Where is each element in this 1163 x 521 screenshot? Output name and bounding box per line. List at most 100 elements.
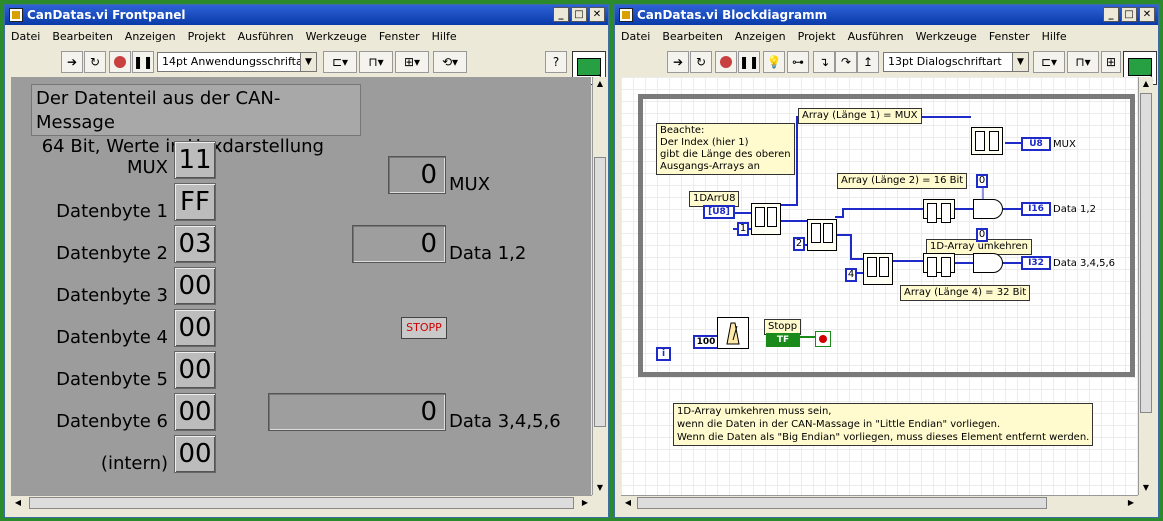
block-toolbar: ➔ ↻ ❚❚ 💡 ⊶ ↴ ↷ ↥ 13pt Dialogschriftart ▼… [615, 49, 1158, 85]
run-continuously-icon[interactable]: ↻ [690, 51, 712, 73]
scroll-down-icon[interactable]: ▼ [593, 481, 607, 495]
abort-icon[interactable] [715, 51, 737, 73]
index-array-node[interactable] [971, 127, 1003, 155]
hex-control-byte-5[interactable]: 00 [174, 351, 216, 389]
typecast-16-node[interactable] [973, 199, 1003, 219]
align-objects-icon[interactable]: ⊏▾ [1033, 51, 1065, 73]
menu-bearbeiten[interactable]: Bearbeiten [656, 27, 728, 43]
reverse-array-32-node[interactable] [923, 253, 955, 277]
scroll-left-icon[interactable]: ◀ [11, 496, 25, 510]
menu-projekt[interactable]: Projekt [182, 27, 232, 43]
pause-icon[interactable]: ❚❚ [132, 51, 154, 73]
run-continuously-icon[interactable]: ↻ [84, 51, 106, 73]
scroll-down-icon[interactable]: ▼ [1139, 481, 1153, 495]
menu-fenster[interactable]: Fenster [373, 27, 426, 43]
highlight-execution-icon[interactable]: 💡 [763, 51, 785, 73]
front-hscroll-thumb[interactable] [29, 497, 574, 509]
const-index-1[interactable]: 1 [737, 222, 749, 236]
menu-werkzeuge[interactable]: Werkzeuge [910, 27, 983, 43]
hex-control-byte-2[interactable]: 03 [174, 225, 216, 263]
hex-control-byte-6[interactable]: 00 [174, 393, 216, 431]
distribute-objects-icon[interactable]: ⊓▾ [1067, 51, 1099, 73]
scroll-up-icon[interactable]: ▲ [1139, 77, 1153, 91]
block-diagram-titlebar[interactable]: CanDatas.vi Blockdiagramm _ □ ✕ [615, 5, 1158, 25]
block-menubar: Datei Bearbeiten Anzeigen Projekt Ausführen W… [615, 27, 1158, 47]
stop-button[interactable]: STOPP [401, 317, 447, 339]
stop-bool-terminal[interactable]: TF [766, 333, 800, 347]
wait-ms-constant[interactable]: 100 [693, 335, 719, 349]
menu-hilfe[interactable]: Hilfe [1036, 27, 1073, 43]
step-over-icon[interactable]: ↷ [835, 51, 857, 73]
scroll-up-icon[interactable]: ▲ [593, 77, 607, 91]
const-zero-b[interactable]: 0 [976, 228, 988, 242]
menu-ausfuehren[interactable]: Ausführen [232, 27, 300, 43]
reorder-icon[interactable]: ⊞ [1101, 51, 1121, 73]
hex-control-byte-1[interactable]: FF [174, 183, 216, 221]
menu-hilfe[interactable]: Hilfe [426, 27, 463, 43]
step-into-icon[interactable]: ↴ [813, 51, 835, 73]
loop-condition-icon[interactable] [815, 331, 831, 347]
front-vscroll-thumb[interactable] [594, 157, 606, 427]
menu-datei[interactable]: Datei [615, 27, 656, 43]
pause-icon[interactable]: ❚❚ [738, 51, 760, 73]
hex-control-byte-3[interactable]: 00 [174, 267, 216, 305]
output-data3456-terminal[interactable]: I32 [1021, 256, 1051, 270]
hex-control-intern[interactable]: 00 [174, 435, 216, 473]
close-button[interactable]: ✕ [589, 7, 605, 22]
iteration-terminal: i [656, 347, 671, 361]
font-select[interactable]: 14pt Anwendungsschriftart ▼ [157, 52, 317, 72]
indicator-data-1-2: 0 [352, 225, 446, 263]
const-index-2[interactable]: 2 [793, 237, 805, 251]
run-arrow-icon[interactable]: ➔ [61, 51, 83, 73]
const-index-4[interactable]: 4 [845, 268, 857, 282]
close-button[interactable]: ✕ [1139, 7, 1155, 22]
menu-datei[interactable]: Datei [5, 27, 46, 43]
align-objects-icon[interactable]: ⊏▾ [323, 51, 357, 73]
block-horizontal-scrollbar[interactable]: ◀ ▶ [621, 495, 1138, 510]
help-icon[interactable]: ? [545, 51, 567, 73]
step-out-icon[interactable]: ↥ [857, 51, 879, 73]
scroll-right-icon[interactable]: ▶ [578, 496, 592, 510]
minimize-button[interactable]: _ [553, 7, 569, 22]
reorder-icon[interactable]: ⟲▾ [433, 51, 467, 73]
menu-fenster[interactable]: Fenster [983, 27, 1036, 43]
block-diagram-window: CanDatas.vi Blockdiagramm _ □ ✕ Datei Bea… [614, 4, 1159, 518]
abort-icon[interactable] [109, 51, 131, 73]
metronome-wait-icon[interactable] [717, 317, 749, 349]
input-array-terminal[interactable]: [U8] [703, 205, 735, 219]
maximize-button[interactable]: □ [571, 7, 587, 22]
maximize-button[interactable]: □ [1121, 7, 1137, 22]
const-zero-a[interactable]: 0 [976, 174, 988, 188]
block-vscroll-thumb[interactable] [1140, 93, 1152, 413]
menu-anzeigen[interactable]: Anzeigen [119, 27, 182, 43]
hex-control-byte-4[interactable]: 00 [174, 309, 216, 347]
run-arrow-icon[interactable]: ➔ [667, 51, 689, 73]
menu-anzeigen[interactable]: Anzeigen [729, 27, 792, 43]
output-data12-terminal[interactable]: I16 [1021, 202, 1051, 216]
menu-projekt[interactable]: Projekt [792, 27, 842, 43]
menu-ausfuehren[interactable]: Ausführen [842, 27, 910, 43]
typecast-32-node[interactable] [973, 253, 1003, 273]
output-mux-terminal[interactable]: U8 [1021, 137, 1051, 151]
split-array-4-node[interactable] [863, 253, 893, 285]
block-hscroll-thumb[interactable] [637, 497, 1047, 509]
hex-control-mux[interactable]: 11 [174, 141, 216, 179]
retain-wire-values-icon[interactable]: ⊶ [787, 51, 809, 73]
resize-objects-icon[interactable]: ⊞▾ [395, 51, 429, 73]
front-panel-titlebar[interactable]: CanDatas.vi Frontpanel _ □ ✕ [5, 5, 608, 25]
font-select[interactable]: 13pt Dialogschriftart ▼ [883, 52, 1029, 72]
scroll-right-icon[interactable]: ▶ [1124, 496, 1138, 510]
front-vertical-scrollbar[interactable]: ▲ ▼ [592, 77, 607, 495]
reverse-array-16-node[interactable] [923, 199, 955, 223]
distribute-objects-icon[interactable]: ⊓▾ [359, 51, 393, 73]
split-array-2-node[interactable] [807, 219, 837, 251]
indicator-mux: 0 [388, 156, 446, 194]
menu-bearbeiten[interactable]: Bearbeiten [46, 27, 118, 43]
scroll-left-icon[interactable]: ◀ [621, 496, 635, 510]
menu-werkzeuge[interactable]: Werkzeuge [300, 27, 373, 43]
front-panel-window: CanDatas.vi Frontpanel _ □ ✕ Datei Bearbe… [4, 4, 609, 518]
split-array-1-node[interactable] [751, 203, 781, 235]
front-horizontal-scrollbar[interactable]: ◀ ▶ [11, 495, 592, 510]
block-vertical-scrollbar[interactable]: ▲ ▼ [1138, 77, 1153, 495]
minimize-button[interactable]: _ [1103, 7, 1119, 22]
